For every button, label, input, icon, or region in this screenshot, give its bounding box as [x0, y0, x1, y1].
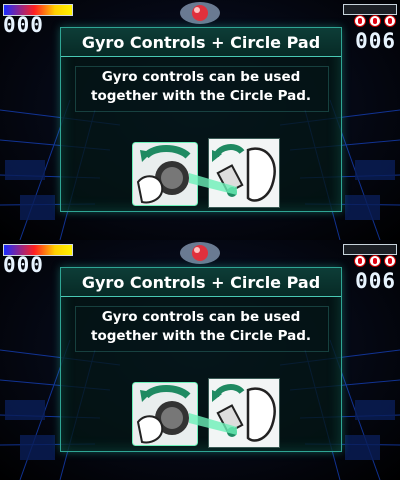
life-icon: [384, 255, 396, 267]
lives-indicator: [354, 15, 396, 27]
boss-icon: [180, 2, 220, 24]
life-icon: [384, 15, 396, 27]
score-right: 006: [355, 269, 396, 293]
dialog-message: Gyro controls can be used together with …: [71, 308, 331, 346]
status-bar: [343, 4, 397, 15]
life-icon: [369, 255, 381, 267]
tutorial-dialog: Gyro Controls + Circle Pad Gyro controls…: [60, 27, 342, 212]
message-line: Gyro controls can be used: [101, 69, 301, 85]
dialog-title-bar: Gyro Controls + Circle Pad: [61, 268, 341, 297]
lives-indicator: [354, 255, 396, 267]
score-left: 000: [3, 253, 44, 277]
status-bar: [343, 244, 397, 255]
tutorial-dialog: Gyro Controls + Circle Pad Gyro controls…: [60, 267, 342, 452]
life-icon: [354, 15, 366, 27]
life-icon: [354, 255, 366, 267]
message-line: Gyro controls can be used: [101, 309, 301, 325]
dialog-title-bar: Gyro Controls + Circle Pad: [61, 28, 341, 57]
message-line: together with the Circle Pad.: [90, 88, 312, 104]
score-left: 000: [3, 13, 44, 37]
boss-icon: [180, 242, 220, 264]
connector-icon: [189, 173, 237, 195]
life-icon: [369, 15, 381, 27]
message-line: together with the Circle Pad.: [90, 328, 312, 344]
dialog-message: Gyro controls can be used together with …: [71, 68, 331, 106]
top-screen: 000 006 Gyro Controls + Circle Pad Gyro …: [0, 0, 400, 240]
score-right: 006: [355, 29, 396, 53]
dialog-title: Gyro Controls + Circle Pad: [81, 33, 321, 52]
dialog-title: Gyro Controls + Circle Pad: [81, 273, 321, 292]
bottom-screen: 000 006 Gyro Controls + Circle Pad Gyro …: [0, 240, 400, 480]
connector-icon: [189, 413, 237, 435]
